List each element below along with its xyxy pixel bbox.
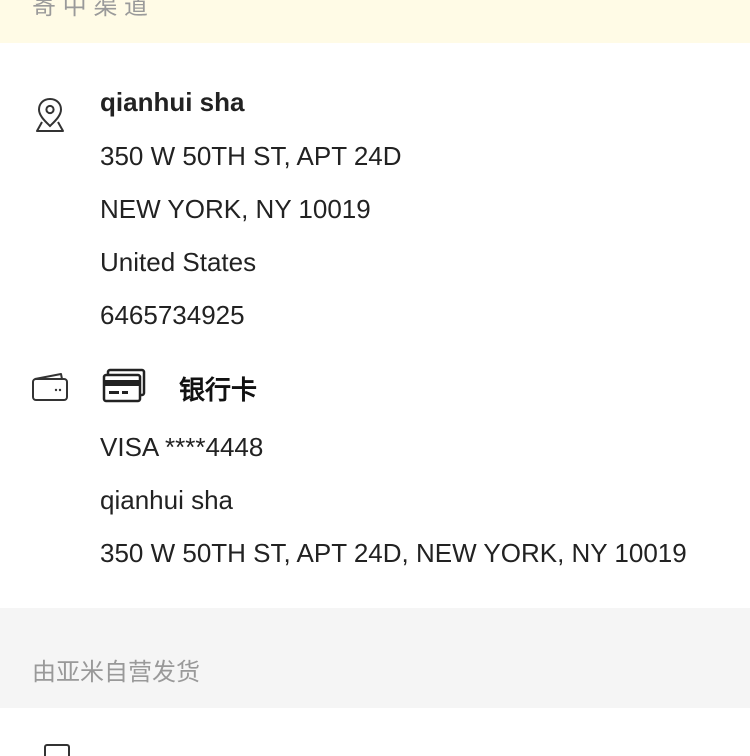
shipping-info-text: 由亚米自营发货 <box>32 659 200 686</box>
location-pin-icon <box>36 97 64 132</box>
recipient-name: qianhui sha <box>100 87 245 117</box>
address-line-1: 350 W 50TH ST, APT 24D <box>100 141 402 171</box>
wallet-icon <box>32 373 68 401</box>
cardholder-name: qianhui sha <box>100 485 233 515</box>
address-phone: 6465734925 <box>100 300 245 330</box>
address-country: United States <box>100 247 257 277</box>
notice-bar: 寄 中 渠 道 <box>0 0 750 43</box>
billing-address: 350 W 50TH ST, APT 24D, NEW YORK, NY 100… <box>100 538 687 568</box>
card-number: VISA ****4448 <box>100 432 264 462</box>
payment-method-label: 银行卡 <box>179 375 258 405</box>
credit-card-icon <box>102 368 146 403</box>
document-icon <box>44 744 70 756</box>
notice-text: 寄 中 渠 道 <box>32 0 149 20</box>
shipping-info-bar: 由亚米自营发货 <box>0 608 750 708</box>
address-line-2: NEW YORK, NY 10019 <box>100 194 371 224</box>
